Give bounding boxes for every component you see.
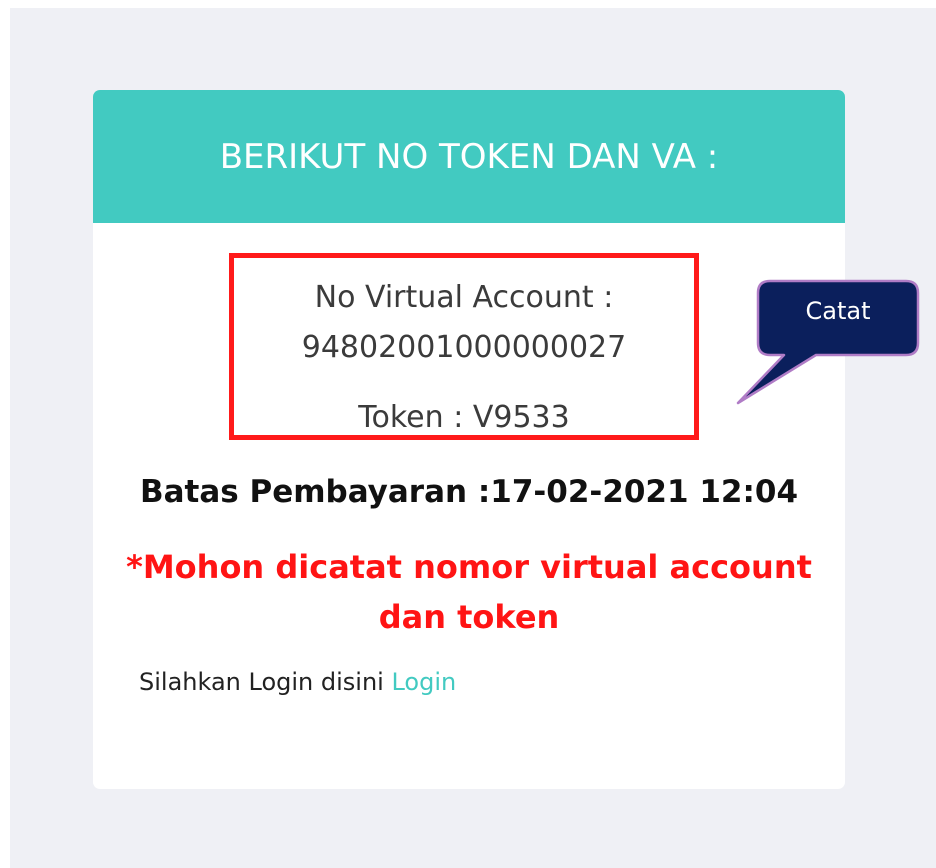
login-prompt-text: Silahkan Login disini <box>139 668 384 696</box>
token-card: BERIKUT NO TOKEN DAN VA : No Virtual Acc… <box>93 90 845 789</box>
card-header: BERIKUT NO TOKEN DAN VA : <box>93 90 845 223</box>
virtual-account-number: 94802001000000027 <box>301 330 627 365</box>
note-warning-text: *Mohon dicatat nomor virtual account dan… <box>126 548 812 636</box>
token-value: Token : V9533 <box>358 400 570 435</box>
card-header-title: BERIKUT NO TOKEN DAN VA : <box>219 136 719 177</box>
virtual-account-highlight-box: No Virtual Account : 94802001000000027 T… <box>229 253 699 440</box>
catat-callout: Catat <box>736 279 920 405</box>
payment-deadline: Batas Pembayaran :17-02-2021 12:04 <box>139 474 799 510</box>
login-link[interactable]: Login <box>391 668 456 696</box>
virtual-account-label: No Virtual Account : <box>314 280 614 315</box>
callout-text: Catat <box>805 297 871 325</box>
login-prompt: Silahkan Login disini Login <box>139 668 456 696</box>
note-warning: *Mohon dicatat nomor virtual account dan… <box>93 542 845 642</box>
